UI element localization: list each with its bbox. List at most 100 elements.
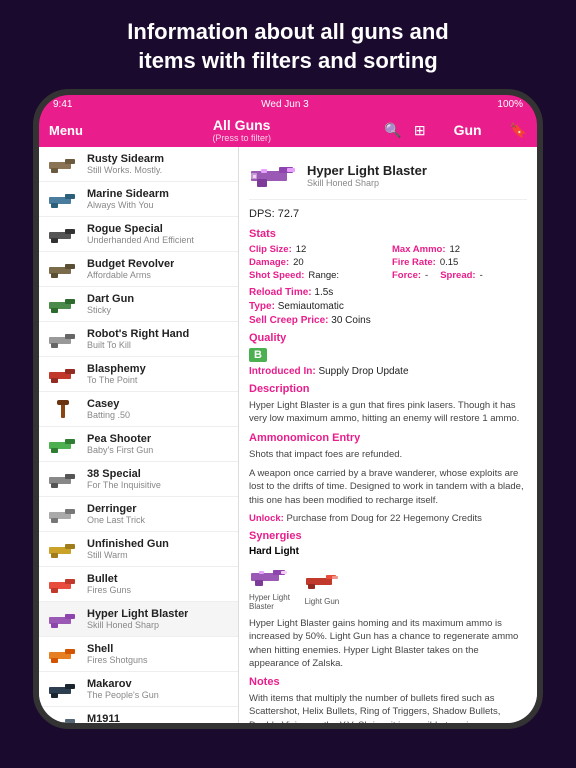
- gun-list-name: Bullet: [87, 573, 131, 585]
- synergy-name: Hard Light: [249, 546, 527, 557]
- gun-list-item[interactable]: ShellFires Shotguns: [39, 637, 238, 672]
- gun-list-icon: [47, 678, 79, 700]
- type-label: Type:: [249, 301, 275, 312]
- gun-list-name: Shell: [87, 643, 148, 655]
- gun-list-name: Marine Sidearm: [87, 188, 169, 200]
- gun-list-icon: [47, 713, 79, 723]
- sell-value: 30 Coins: [331, 315, 370, 326]
- gun-list-item[interactable]: 38 SpecialFor The Inquisitive: [39, 462, 238, 497]
- nav-title[interactable]: All Guns: [99, 117, 384, 133]
- gun-list-desc: Always With You: [87, 200, 169, 210]
- gun-list-item[interactable]: BulletFires Guns: [39, 567, 238, 602]
- gun-list-icon: [47, 363, 79, 385]
- synergy-gun-hyper-label: Hyper LightBlaster: [249, 593, 290, 611]
- unlock-label: Unlock:: [249, 513, 284, 524]
- gun-list-item[interactable]: Marine SidearmAlways With You: [39, 182, 238, 217]
- damage-label: Damage:: [249, 257, 289, 268]
- gun-list-info: Robot's Right HandBuilt To Kill: [87, 328, 189, 350]
- gun-list-desc: Still Warm: [87, 550, 169, 560]
- gun-list-item[interactable]: MakarovThe People's Gun: [39, 672, 238, 707]
- sell-line: Sell Creep Price: 30 Coins: [249, 315, 527, 326]
- detail-gun-subtitle: Skill Honed Sharp: [307, 178, 427, 188]
- detail-gun-info: Hyper Light Blaster Skill Honed Sharp: [307, 163, 427, 188]
- clip-size-value: 12: [296, 244, 307, 255]
- menu-button[interactable]: Menu: [49, 123, 99, 138]
- gun-list-info: Rogue SpecialUnderhanded And Efficient: [87, 223, 194, 245]
- gun-list-icon: [47, 188, 79, 210]
- gun-list-info: M1911Classic: [87, 713, 120, 723]
- unlock-line: Unlock: Purchase from Doug for 22 Hegemo…: [249, 513, 527, 524]
- gun-list-icon: [47, 433, 79, 455]
- synergy-gun-hyper: Hyper LightBlaster: [249, 563, 290, 611]
- bookmark-icon[interactable]: 🔖: [510, 122, 527, 139]
- gun-list-item[interactable]: Dart GunSticky: [39, 287, 238, 322]
- stats-grid: Clip Size: 12 Max Ammo: 12 Damage: 20 Fi…: [249, 244, 527, 281]
- gun-list-icon: [47, 153, 79, 175]
- gun-list-name: Unfinished Gun: [87, 538, 169, 550]
- gun-list-item[interactable]: Budget RevolverAffordable Arms: [39, 252, 238, 287]
- gun-list-info: Rusty SidearmStill Works. Mostly.: [87, 153, 164, 175]
- gun-list-item[interactable]: DerringerOne Last Trick: [39, 497, 238, 532]
- synergy-gun-light-icon: [302, 567, 342, 595]
- gun-list-icon: [47, 468, 79, 490]
- reload-value: 1.5s: [314, 287, 333, 298]
- gun-list-name: Makarov: [87, 678, 159, 690]
- detail-gun-icon: [249, 157, 297, 193]
- gun-list-icon: [47, 258, 79, 280]
- nav-center: All Guns (Press to filter): [99, 117, 384, 143]
- fire-rate-stat: Fire Rate: 0.15: [392, 257, 527, 268]
- gun-list-info: BulletFires Guns: [87, 573, 131, 595]
- nav-bar: Menu All Guns (Press to filter) 🔍 ⊞ Gun …: [39, 113, 537, 147]
- gun-list-item[interactable]: Pea ShooterBaby's First Gun: [39, 427, 238, 462]
- gun-list-item[interactable]: Rogue SpecialUnderhanded And Efficient: [39, 217, 238, 252]
- gun-list-desc: Batting .50: [87, 410, 130, 420]
- gun-list-desc: Sticky: [87, 305, 134, 315]
- gun-list-info: 38 SpecialFor The Inquisitive: [87, 468, 161, 490]
- unlock-value: Purchase from Doug for 22 Hegemony Credi…: [286, 513, 481, 524]
- gun-list-item[interactable]: Rusty SidearmStill Works. Mostly.: [39, 147, 238, 182]
- gun-list-icon: [47, 328, 79, 350]
- quality-badge: B: [249, 348, 267, 362]
- type-value: Semiautomatic: [278, 301, 344, 312]
- range-label: Range:: [308, 270, 339, 281]
- gun-list-item[interactable]: Robot's Right HandBuilt To Kill: [39, 322, 238, 357]
- gun-list-name: Hyper Light Blaster: [87, 608, 188, 620]
- nav-right-title: Gun: [438, 122, 498, 138]
- gun-list-item[interactable]: BlasphemyTo The Point: [39, 357, 238, 392]
- detail-gun-name: Hyper Light Blaster: [307, 163, 427, 178]
- fire-rate-value: 0.15: [440, 257, 459, 268]
- fire-rate-label: Fire Rate:: [392, 257, 436, 268]
- synergy-gun-light-label: Light Gun: [305, 597, 340, 606]
- force-label: Force:: [392, 270, 421, 281]
- gun-list-icon: [47, 293, 79, 315]
- reload-line: Reload Time: 1.5s: [249, 287, 527, 298]
- gun-list-info: Budget RevolverAffordable Arms: [87, 258, 174, 280]
- gun-list-desc: For The Inquisitive: [87, 480, 161, 490]
- max-ammo-value: 12: [450, 244, 461, 255]
- gun-list-desc: Fires Shotguns: [87, 655, 148, 665]
- status-time: 9:41: [53, 99, 72, 110]
- gun-list-desc: Affordable Arms: [87, 270, 174, 280]
- gun-list-desc: Fires Guns: [87, 585, 131, 595]
- gun-list-info: Pea ShooterBaby's First Gun: [87, 433, 153, 455]
- gun-list-name: Budget Revolver: [87, 258, 174, 270]
- gun-list-name: Casey: [87, 398, 130, 410]
- gun-list-item[interactable]: CaseyBatting .50: [39, 392, 238, 427]
- gun-list-item[interactable]: Unfinished GunStill Warm: [39, 532, 238, 567]
- search-icon[interactable]: 🔍: [384, 122, 401, 139]
- clip-size-label: Clip Size:: [249, 244, 292, 255]
- synergies-title: Synergies: [249, 530, 527, 542]
- gun-detail: Hyper Light Blaster Skill Honed Sharp DP…: [239, 147, 537, 723]
- spread-label: Spread:: [440, 270, 475, 281]
- gun-list-desc: One Last Trick: [87, 515, 145, 525]
- gun-list-info: Hyper Light BlasterSkill Honed Sharp: [87, 608, 188, 630]
- synergy-items: Hyper LightBlaster Light Gun: [249, 563, 527, 611]
- gun-list-desc: Still Works. Mostly.: [87, 165, 164, 175]
- content-area: Rusty SidearmStill Works. Mostly. Marine…: [39, 147, 537, 723]
- app-header: Information about all guns and items wit…: [0, 0, 576, 89]
- gun-list-desc: The People's Gun: [87, 690, 159, 700]
- grid-icon[interactable]: ⊞: [414, 122, 426, 139]
- gun-list-item[interactable]: M1911Classic: [39, 707, 238, 723]
- gun-list-icon: [47, 643, 79, 665]
- gun-list-item[interactable]: Hyper Light BlasterSkill Honed Sharp: [39, 602, 238, 637]
